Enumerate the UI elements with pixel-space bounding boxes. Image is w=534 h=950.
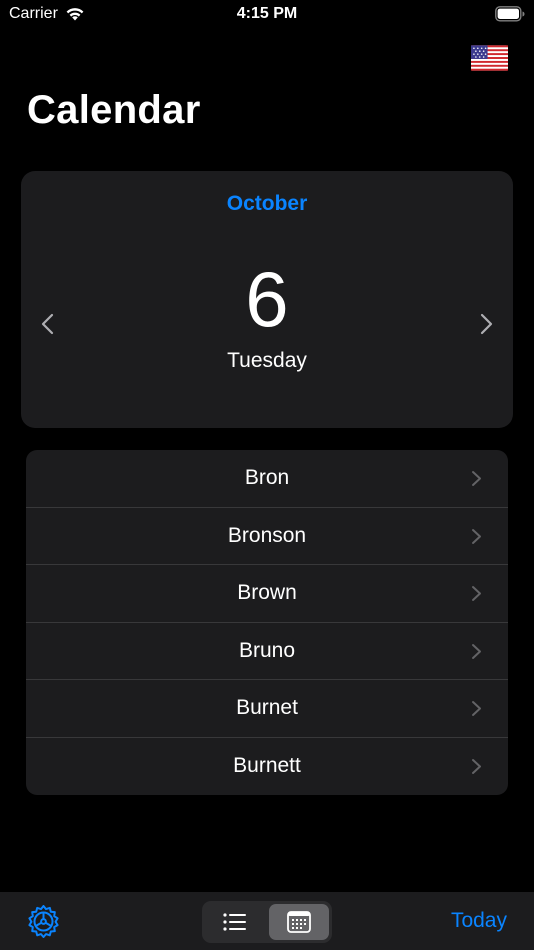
list-icon (223, 913, 246, 931)
status-time: 4:15 PM (236, 5, 298, 22)
weekday-label: Tuesday (227, 349, 307, 372)
list-item-label: Brown (237, 581, 297, 605)
bottom-toolbar: Today (0, 892, 534, 950)
chevron-right-icon (472, 701, 481, 717)
list-item[interactable]: Brown (26, 565, 508, 623)
list-view-button[interactable] (205, 904, 265, 940)
chevron-right-icon (472, 643, 481, 659)
date-card: October 6 Tuesday (21, 171, 513, 428)
next-day-button[interactable] (471, 309, 501, 339)
list-item[interactable]: Bron (26, 450, 508, 508)
chevron-left-icon (41, 313, 54, 335)
calendar-icon (287, 911, 311, 933)
month-label[interactable]: October (21, 192, 513, 216)
today-button[interactable]: Today (451, 909, 507, 933)
chevron-right-icon (472, 758, 481, 774)
gear-icon (28, 905, 59, 938)
page-title: Calendar (27, 88, 201, 132)
chevron-right-icon (480, 313, 493, 335)
list-item-label: Burnett (233, 753, 301, 777)
battery-icon (495, 6, 525, 22)
us-flag-icon[interactable] (471, 45, 508, 71)
list-item-label: Bron (244, 466, 290, 489)
list-item[interactable]: Bruno (26, 623, 508, 681)
list-item[interactable]: Burnett (26, 738, 508, 795)
settings-button[interactable] (27, 905, 60, 938)
chevron-right-icon (472, 528, 481, 544)
list-item-label: Bruno (238, 638, 296, 662)
list-item[interactable]: Burnet (26, 680, 508, 738)
chevron-right-icon (472, 586, 481, 602)
screen: Carrier 4:15 PM Calendar October 6 Tuesd… (0, 0, 534, 950)
chevron-right-icon (472, 471, 481, 486)
calendar-view-button[interactable] (269, 904, 329, 940)
status-bar: Carrier 4:15 PM (0, 0, 534, 30)
list-item-label: Bronson (227, 523, 307, 547)
day-number: 6 (245, 255, 289, 343)
name-list: Bron Bronson Brown Bruno Burnet Burnett (26, 450, 508, 795)
view-mode-segmented-control (202, 901, 332, 943)
previous-day-button[interactable] (33, 309, 63, 339)
list-item[interactable]: Bronson (26, 508, 508, 566)
list-item-label: Burnet (236, 696, 298, 720)
